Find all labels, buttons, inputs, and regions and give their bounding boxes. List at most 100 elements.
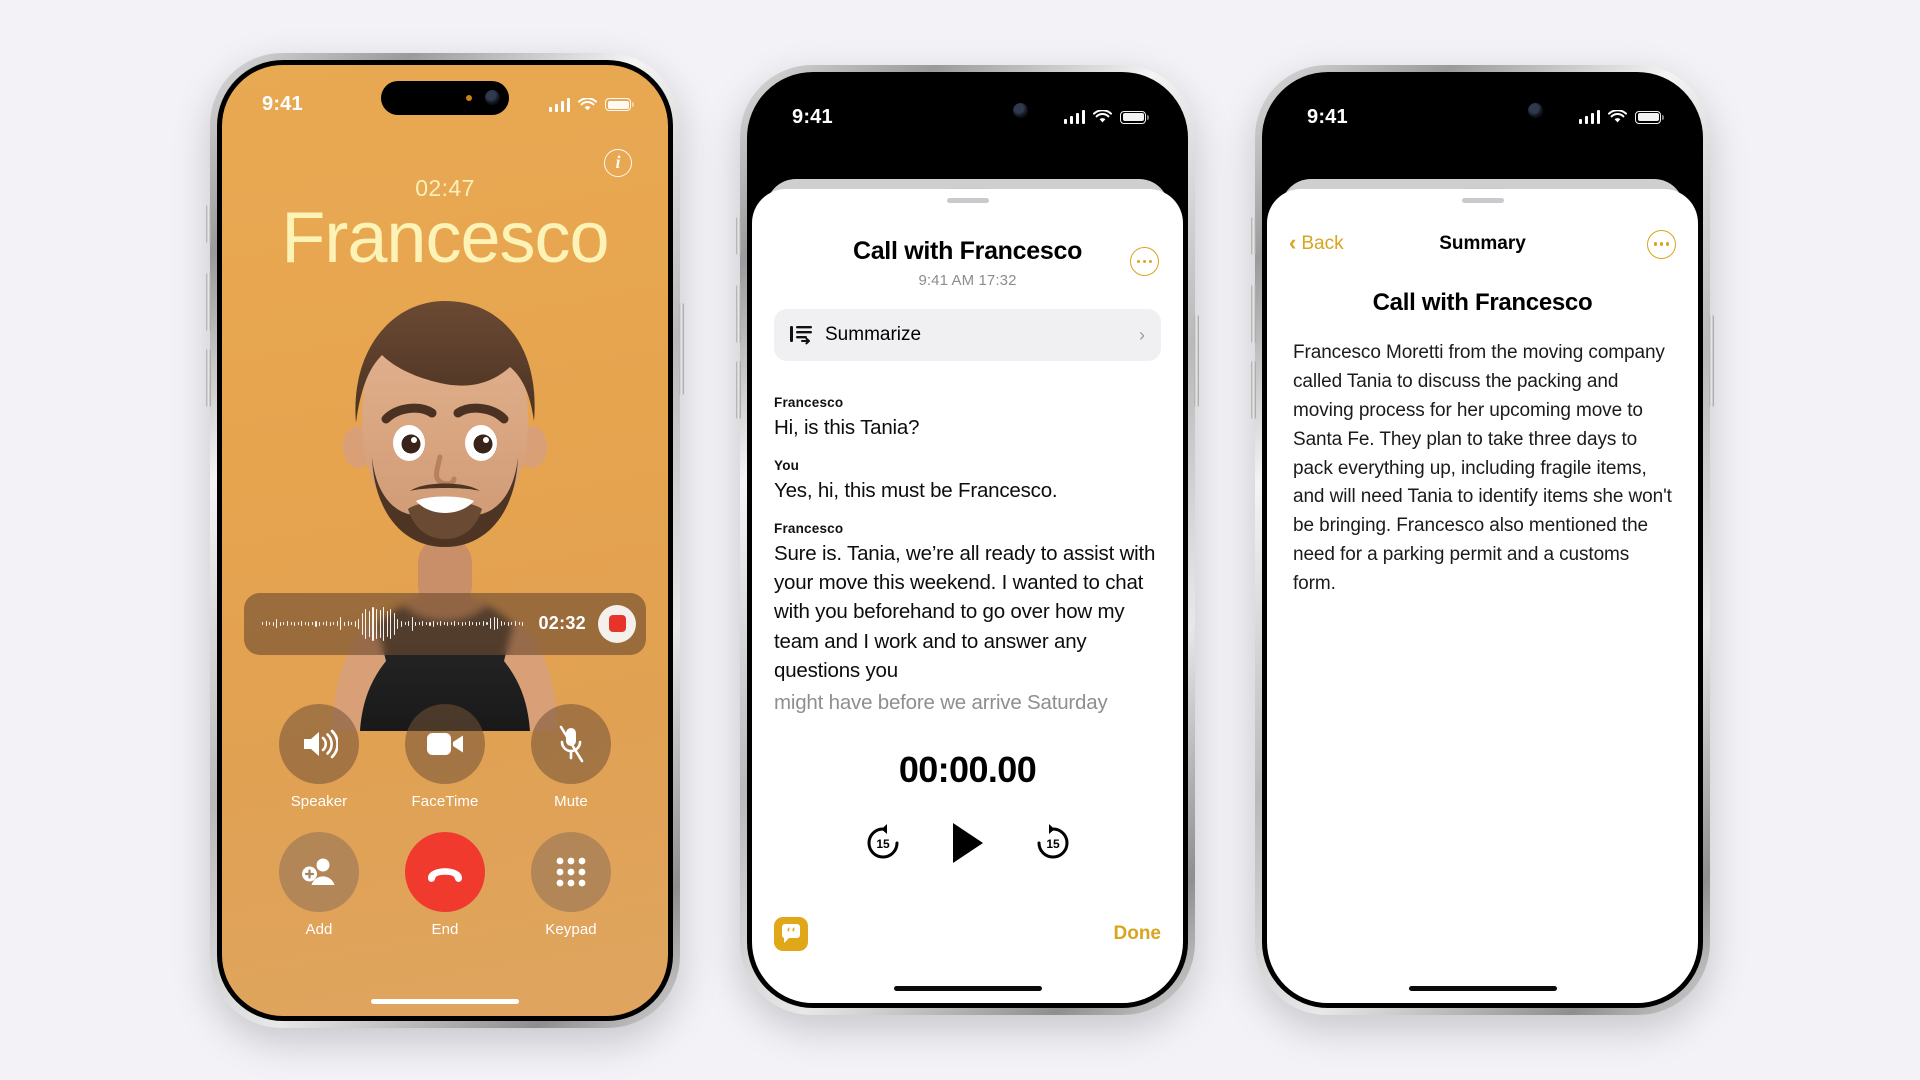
call-recording-bar[interactable]: 02:32: [244, 592, 646, 655]
page-title: Call with Francesco: [852, 237, 1083, 265]
memoji-avatar: [332, 300, 558, 731]
mute-button[interactable]: Mute: [508, 703, 634, 810]
caller-name: Francesco: [281, 197, 609, 278]
summarize-icon: [790, 326, 812, 345]
utterance-text: Yes, hi, this must be Francesco.: [774, 479, 1058, 503]
playback-controls: 15 15: [752, 821, 1183, 870]
screenshot-stage: 9:41 i 02:47 Francesco 02:32 Speaker Fac…: [0, 0, 1920, 1080]
dynamic-island: [1413, 93, 1552, 127]
front-camera: [1012, 102, 1028, 118]
home-indicator[interactable]: [893, 986, 1042, 991]
power-button[interactable]: [1194, 315, 1199, 407]
phone-3-bezel: 9:41 ‹ Back Summary Call with Francesco …: [1262, 72, 1703, 1008]
dynamic-island: [898, 93, 1037, 127]
end-call-icon: [405, 831, 485, 912]
volume-down-button[interactable]: [1251, 361, 1256, 419]
sheet-footer: Done: [752, 917, 1183, 951]
add-person-icon: [279, 831, 359, 912]
power-button[interactable]: [679, 302, 684, 395]
keypad-icon: [531, 831, 611, 912]
transcript-entry: Francesco Sure is. Tania, we’re all read…: [774, 521, 1161, 717]
phone-2-bezel: 9:41 Call with Francesco 9:41 AM 17:32 S…: [747, 72, 1188, 1008]
call-timestamp: 9:41 AM 17:32: [918, 272, 1017, 289]
active-call-screen: 9:41 i 02:47 Francesco 02:32 Speaker Fac…: [222, 64, 668, 1016]
recording-indicator-dot: [466, 94, 472, 101]
action-button[interactable]: [1251, 217, 1256, 255]
volume-down-button[interactable]: [206, 348, 211, 407]
navigation-bar: ‹ Back Summary: [1267, 217, 1698, 271]
speaker-label: You: [774, 458, 800, 474]
mic-slash-icon: [531, 703, 611, 784]
playback-time: 00:00.00: [898, 749, 1037, 790]
summarize-label: Summarize: [825, 324, 922, 345]
done-button[interactable]: Done: [1114, 923, 1162, 945]
transcript-entry: Francesco Hi, is this Tania?: [774, 395, 1161, 442]
facetime-label: FaceTime: [411, 792, 479, 810]
audio-waveform-icon: [262, 606, 527, 641]
utterance-text: Sure is. Tania, we’re all ready to assis…: [774, 542, 1156, 682]
phone-1-bezel: 9:41 i 02:47 Francesco 02:32 Speaker Fac…: [217, 59, 673, 1021]
volume-up-button[interactable]: [1251, 285, 1256, 343]
more-options-button[interactable]: [1647, 229, 1676, 259]
phone-1-frame: 9:41 i 02:47 Francesco 02:32 Speaker Fac…: [206, 52, 684, 1028]
utterance-text-partial: might have before we arrive Saturday: [774, 690, 1108, 714]
speaker-icon: [279, 703, 359, 784]
phone-2-screen: 9:41 Call with Francesco 9:41 AM 17:32 S…: [752, 77, 1183, 1003]
action-button[interactable]: [206, 204, 211, 243]
volume-down-button[interactable]: [736, 361, 741, 419]
action-button[interactable]: [736, 217, 741, 255]
volume-up-button[interactable]: [736, 285, 741, 343]
back-button[interactable]: ‹ Back: [1289, 230, 1344, 255]
live-transcript-button[interactable]: [774, 917, 808, 951]
call-info-button[interactable]: i: [604, 148, 632, 177]
end-label: End: [431, 920, 459, 938]
cellular-bars-icon: [548, 97, 570, 112]
back-label: Back: [1301, 233, 1344, 254]
front-camera: [485, 90, 500, 105]
skip-forward-15-button[interactable]: 15: [1031, 821, 1075, 870]
more-options-button[interactable]: [1130, 247, 1159, 276]
front-camera: [1527, 102, 1543, 118]
status-bar-indicators: [548, 97, 634, 112]
svg-text:15: 15: [1046, 837, 1060, 851]
stop-recording-button[interactable]: [598, 604, 636, 643]
summarize-button[interactable]: Summarize ›: [774, 309, 1161, 361]
battery-icon: [605, 98, 631, 111]
transcript-sheet: Call with Francesco 9:41 AM 17:32 Summar…: [752, 189, 1183, 1003]
speaker-label: Francesco: [774, 395, 844, 410]
volume-up-button[interactable]: [206, 272, 211, 331]
phone-3-frame: 9:41 ‹ Back Summary Call with Francesco …: [1251, 65, 1714, 1015]
play-icon: [952, 823, 983, 863]
phone-2-frame: 9:41 Call with Francesco 9:41 AM 17:32 S…: [736, 65, 1199, 1015]
transcript-list: Francesco Hi, is this Tania? You Yes, hi…: [752, 361, 1183, 717]
call-duration: 02:47: [415, 174, 475, 201]
power-button[interactable]: [1709, 315, 1714, 407]
dynamic-island: [381, 80, 509, 115]
phone-1-screen: 9:41 i 02:47 Francesco 02:32 Speaker Fac…: [222, 64, 668, 1016]
status-bar-time: 9:41: [262, 93, 303, 115]
live-transcript-icon: [781, 924, 800, 943]
skip-back-15-button[interactable]: 15: [861, 821, 905, 870]
chevron-right-icon: ›: [1139, 324, 1145, 345]
speaker-button[interactable]: Speaker: [256, 703, 382, 810]
audio-player: 00:00.00 15 15: [752, 749, 1183, 870]
sheet-grabber[interactable]: [1461, 198, 1504, 203]
chevron-left-icon: ‹: [1289, 230, 1297, 255]
home-indicator[interactable]: [1408, 986, 1557, 991]
add-label: Add: [305, 920, 333, 938]
transcript-header: Call with Francesco 9:41 AM 17:32: [752, 203, 1183, 289]
speaker-label: Speaker: [290, 792, 348, 810]
skip-forward-15-icon: 15: [1037, 824, 1068, 859]
mute-label: Mute: [554, 792, 588, 810]
wifi-icon: [578, 97, 597, 110]
summary-title: Call with Francesco: [1372, 289, 1593, 316]
play-button[interactable]: [949, 821, 987, 870]
facetime-button[interactable]: FaceTime: [382, 703, 508, 810]
home-indicator[interactable]: [371, 998, 519, 1004]
end-call-button[interactable]: End: [382, 831, 508, 938]
keypad-label: Keypad: [545, 920, 597, 938]
phone-3-screen: 9:41 ‹ Back Summary Call with Francesco …: [1267, 77, 1698, 1003]
add-call-button[interactable]: Add: [256, 831, 382, 938]
recording-elapsed: 02:32: [538, 613, 586, 633]
keypad-button[interactable]: Keypad: [508, 831, 634, 938]
